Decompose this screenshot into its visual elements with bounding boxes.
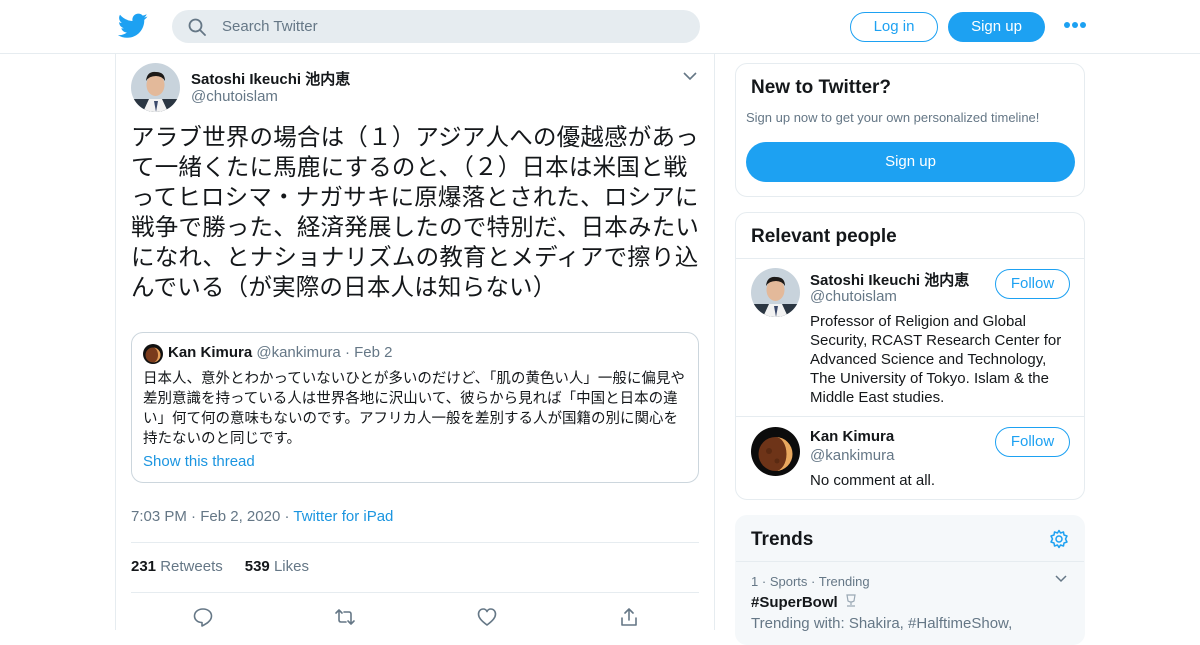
show-thread-link[interactable]: Show this thread <box>143 453 255 470</box>
share-icon[interactable] <box>618 606 640 628</box>
gear-icon[interactable] <box>1049 529 1069 549</box>
new-to-twitter-title: New to Twitter? <box>751 77 892 98</box>
search-icon <box>188 18 206 36</box>
trophy-icon <box>846 594 856 607</box>
meta-separator: · <box>191 508 197 525</box>
likes-stat[interactable]: 539 Likes <box>245 558 309 575</box>
like-heart-icon[interactable] <box>476 606 498 628</box>
new-to-twitter-subtitle: Sign up now to get your own personalized… <box>746 110 1040 125</box>
retweets-count: 231 <box>131 558 157 575</box>
quote-separator: · <box>344 344 350 361</box>
follow-button[interactable]: Follow <box>995 427 1070 457</box>
trend-hashtag-text: #SuperBowl <box>751 594 838 611</box>
quote-header: Kan Kimura @kankimura · Feb 2 <box>168 344 392 361</box>
follow-button[interactable]: Follow <box>995 269 1070 299</box>
quote-text: 日本人、意外とわかっていないひとが多いのだけど、「肌の黄色い人」一般に偏見や差別… <box>143 371 685 447</box>
trends-title: Trends <box>751 529 814 550</box>
divider <box>736 258 1084 259</box>
chevron-down-icon[interactable] <box>1054 574 1068 584</box>
person-avatar[interactable] <box>751 268 800 317</box>
new-to-twitter-card: New to Twitter? Sign up now to get your … <box>735 63 1085 197</box>
quote-author-name: Kan Kimura <box>168 344 253 361</box>
search-bar[interactable] <box>172 10 700 43</box>
tweet-stats: 231 Retweets 539 Likes <box>131 558 309 575</box>
tweet-time[interactable]: 7:03 PM <box>131 508 187 525</box>
retweets-label: Retweets <box>160 558 223 575</box>
person-name[interactable]: Satoshi Ikeuchi 池内恵 <box>810 269 969 290</box>
person-bio: Professor of Religion and Global Securit… <box>810 313 1062 406</box>
twitter-logo-icon[interactable] <box>118 13 148 39</box>
top-navigation-bar: Log in Sign up <box>0 0 1200 54</box>
trending-with: Trending with: Shakira, #HalftimeShow, <box>751 615 1013 632</box>
author-name[interactable]: Satoshi Ikeuchi 池内恵 <box>191 68 350 89</box>
author-handle[interactable]: @chutoislam <box>191 88 278 105</box>
relevant-people-card: Relevant people Satoshi Ikeuchi 池内恵 @chu… <box>735 212 1085 500</box>
chevron-down-icon[interactable] <box>682 70 698 82</box>
trend-category: Sports <box>769 574 808 589</box>
sidebar-signup-button[interactable]: Sign up <box>746 142 1075 182</box>
trend-rank: 1 <box>751 574 759 589</box>
trends-card: Trends 1 · Sports · Trending #SuperBowl … <box>735 515 1085 645</box>
divider <box>736 561 1084 562</box>
author-avatar[interactable] <box>131 63 180 112</box>
divider <box>131 592 699 593</box>
trend-separator: · <box>761 574 767 589</box>
search-input[interactable] <box>222 10 682 43</box>
divider <box>736 416 1084 417</box>
trend-separator: · <box>811 574 816 589</box>
quote-author-avatar <box>143 344 163 364</box>
moon-avatar-image <box>143 344 163 364</box>
person-handle[interactable]: @kankimura <box>810 447 894 464</box>
person-bio: No comment at all. <box>810 472 936 489</box>
divider <box>131 542 699 543</box>
tweet-text: アラブ世界の場合は（１）アジア人への優越感があって一緒くたに馬鹿にするのと、（２… <box>131 123 700 301</box>
meta-separator: · <box>284 508 290 525</box>
tweet-date[interactable]: Feb 2, 2020 <box>200 508 280 525</box>
retweet-icon[interactable] <box>334 606 356 628</box>
trend-meta: 1 · Sports · Trending <box>751 574 870 589</box>
tweet-detail: Satoshi Ikeuchi 池内恵 @chutoislam アラブ世界の場合… <box>115 54 715 630</box>
tweet-timestamp: 7:03 PM · Feb 2, 2020 · Twitter for iPad <box>131 508 393 525</box>
reply-icon[interactable] <box>192 606 214 628</box>
quoted-tweet[interactable]: Kan Kimura @kankimura · Feb 2 日本人、意外とわかっ… <box>131 332 699 483</box>
trend-hashtag[interactable]: #SuperBowl <box>751 594 860 611</box>
trend-status: Trending <box>818 574 870 589</box>
retweets-stat[interactable]: 231 Retweets <box>131 558 223 575</box>
person-handle[interactable]: @chutoislam <box>810 288 897 305</box>
login-button[interactable]: Log in <box>850 12 938 42</box>
signup-button[interactable]: Sign up <box>948 12 1045 42</box>
person-name[interactable]: Kan Kimura <box>810 428 894 445</box>
more-options-icon[interactable] <box>1064 22 1086 30</box>
quote-author-handle: @kankimura <box>256 344 341 361</box>
tweet-source-link[interactable]: Twitter for iPad <box>293 508 393 525</box>
person-avatar-image <box>751 268 800 317</box>
likes-count: 539 <box>244 558 270 575</box>
author-avatar-image <box>131 63 180 112</box>
likes-label: Likes <box>273 558 309 575</box>
quote-date: Feb 2 <box>354 344 393 361</box>
person-avatar[interactable] <box>751 427 800 476</box>
relevant-people-title: Relevant people <box>751 226 897 247</box>
moon-avatar-image <box>751 427 800 476</box>
